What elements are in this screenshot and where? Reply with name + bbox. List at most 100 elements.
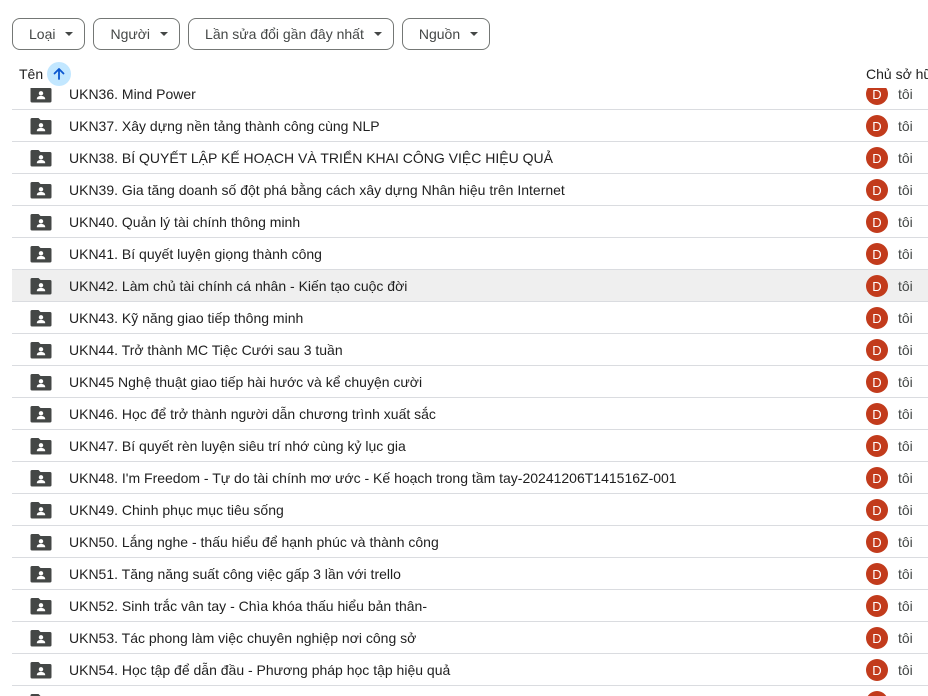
column-name-header[interactable]: Tên [19, 66, 43, 82]
owner-avatar: D [866, 659, 888, 681]
file-name: UKN50. Lắng nghe - thấu hiểu để hạnh phú… [69, 534, 439, 550]
sort-ascending-button[interactable] [47, 62, 71, 86]
filter-people-chip[interactable]: Người [93, 18, 181, 50]
file-row[interactable]: UKN36. Mind Power Dtôi [12, 88, 928, 110]
file-name: UKN48. I'm Freedom - Tự do tài chính mơ … [69, 470, 677, 486]
file-row[interactable]: UKN54. Học tập để dẫn đầu - Phương pháp … [12, 654, 928, 686]
file-name: UKN40. Quản lý tài chính thông minh [69, 214, 301, 230]
file-row[interactable]: UKN45 Nghệ thuật giao tiếp hài hước và k… [12, 366, 928, 398]
file-name: UKN36. Mind Power [69, 88, 196, 102]
file-row[interactable]: UKN39. Gia tăng doanh số đột phá bằng cá… [12, 174, 928, 206]
shared-folder-icon [30, 662, 52, 679]
shared-folder-icon [30, 630, 52, 647]
owner-label: tôi [898, 630, 913, 646]
shared-folder-icon [30, 278, 52, 295]
filter-people-label: Người [110, 26, 151, 42]
file-name: UKN39. Gia tăng doanh số đột phá bằng cá… [69, 182, 565, 198]
file-name: UKN52. Sinh trắc vân tay - Chìa khóa thấ… [69, 598, 427, 614]
file-row[interactable]: D [12, 686, 928, 696]
file-list: UKN36. Mind Power Dtôi UKN37. Xây dựng nền… [0, 88, 928, 696]
file-name: UKN37. Xây dựng nền tảng thành công cùng… [69, 118, 380, 134]
file-row[interactable]: UKN48. I'm Freedom - Tự do tài chính mơ … [12, 462, 928, 494]
file-name: UKN38. BÍ QUYẾT LẬP KẾ HOẠCH VÀ TRIỂN KH… [69, 150, 553, 166]
file-row[interactable]: UKN50. Lắng nghe - thấu hiểu để hạnh phú… [12, 526, 928, 558]
file-row[interactable]: UKN40. Quản lý tài chính thông minh Dtôi [12, 206, 928, 238]
owner-label: tôi [898, 342, 913, 358]
column-owner-header[interactable]: Chủ sở hữ [866, 66, 928, 82]
shared-folder-icon [30, 566, 52, 583]
file-row[interactable]: UKN43. Kỹ năng giao tiếp thông minh Dtôi [12, 302, 928, 334]
owner-avatar: D [866, 435, 888, 457]
dropdown-caret-icon [373, 32, 382, 36]
owner-label: tôi [898, 470, 913, 486]
owner-avatar: D [866, 467, 888, 489]
owner-avatar: D [866, 211, 888, 233]
owner-label: tôi [898, 214, 913, 230]
file-name: UKN47. Bí quyết rèn luyện siêu trí nhớ c… [69, 438, 406, 454]
owner-avatar: D [866, 403, 888, 425]
shared-folder-icon [30, 214, 52, 231]
owner-label: tôi [898, 534, 913, 550]
owner-label: tôi [898, 566, 913, 582]
shared-folder-icon [30, 438, 52, 455]
file-name: UKN45 Nghệ thuật giao tiếp hài hước và k… [69, 374, 423, 390]
shared-folder-icon [30, 598, 52, 615]
file-name: UKN51. Tăng năng suất công việc gấp 3 lầ… [69, 566, 401, 582]
file-name: UKN54. Học tập để dẫn đầu - Phương pháp … [69, 662, 451, 678]
owner-avatar: D [866, 115, 888, 137]
owner-avatar: D [866, 531, 888, 553]
file-row[interactable]: UKN49. Chinh phục mục tiêu sống Dtôi [12, 494, 928, 526]
owner-label: tôi [898, 278, 913, 294]
owner-avatar: D [866, 147, 888, 169]
shared-folder-icon [30, 310, 52, 327]
file-name: UKN46. Học để trở thành người dẫn chương… [69, 406, 436, 422]
file-row[interactable]: UKN51. Tăng năng suất công việc gấp 3 lầ… [12, 558, 928, 590]
owner-avatar: D [866, 691, 888, 696]
owner-avatar: D [866, 371, 888, 393]
file-name: UKN43. Kỹ năng giao tiếp thông minh [69, 310, 304, 326]
shared-folder-icon [30, 406, 52, 423]
owner-avatar: D [866, 339, 888, 361]
file-name: UKN44. Trở thành MC Tiệc Cưới sau 3 tuần [69, 342, 343, 358]
owner-avatar: D [866, 307, 888, 329]
owner-label: tôi [898, 150, 913, 166]
file-row[interactable]: UKN41. Bí quyết luyện giọng thành công Dt… [12, 238, 928, 270]
owner-label: tôi [898, 182, 913, 198]
owner-label: tôi [898, 438, 913, 454]
filter-type-chip[interactable]: Loại [12, 18, 86, 50]
owner-label: tôi [898, 246, 913, 262]
owner-label: tôi [898, 88, 913, 102]
shared-folder-icon [30, 534, 52, 551]
owner-avatar: D [866, 88, 888, 105]
owner-avatar: D [866, 179, 888, 201]
file-name: UKN42. Làm chủ tài chính cá nhân - Kiến … [69, 278, 408, 294]
filter-source-chip[interactable]: Nguồn [401, 18, 491, 50]
file-name: UKN49. Chinh phục mục tiêu sống [69, 502, 284, 518]
shared-folder-icon [30, 150, 52, 167]
owner-avatar: D [866, 499, 888, 521]
owner-avatar: D [866, 627, 888, 649]
file-row[interactable]: UKN44. Trở thành MC Tiệc Cưới sau 3 tuần… [12, 334, 928, 366]
file-row[interactable]: UKN42. Làm chủ tài chính cá nhân - Kiến … [12, 270, 928, 302]
shared-folder-icon [30, 374, 52, 391]
shared-folder-icon [30, 342, 52, 359]
dropdown-caret-icon [65, 32, 74, 36]
dropdown-caret-icon [160, 32, 169, 36]
file-rows: UKN36. Mind Power Dtôi UKN37. Xây dựng nền… [0, 88, 928, 696]
owner-label: tôi [898, 598, 913, 614]
file-row[interactable]: UKN38. BÍ QUYẾT LẬP KẾ HOẠCH VÀ TRIỂN KH… [12, 142, 928, 174]
owner-avatar: D [866, 243, 888, 265]
owner-label: tôi [898, 502, 913, 518]
file-row[interactable]: UKN46. Học để trở thành người dẫn chương… [12, 398, 928, 430]
file-row[interactable]: UKN37. Xây dựng nền tảng thành công cùng… [12, 110, 928, 142]
filter-modified-label: Lần sửa đổi gần đây nhất [205, 26, 364, 42]
filter-modified-chip[interactable]: Lần sửa đổi gần đây nhất [188, 18, 394, 50]
file-name: UKN53. Tác phong làm việc chuyên nghiệp … [69, 630, 417, 646]
file-row[interactable]: UKN52. Sinh trắc vân tay - Chìa khóa thấ… [12, 590, 928, 622]
shared-folder-icon [30, 182, 52, 199]
file-row[interactable]: UKN53. Tác phong làm việc chuyên nghiệp … [12, 622, 928, 654]
shared-folder-icon [30, 470, 52, 487]
shared-folder-icon [30, 118, 52, 135]
owner-label: tôi [898, 374, 913, 390]
file-row[interactable]: UKN47. Bí quyết rèn luyện siêu trí nhớ c… [12, 430, 928, 462]
